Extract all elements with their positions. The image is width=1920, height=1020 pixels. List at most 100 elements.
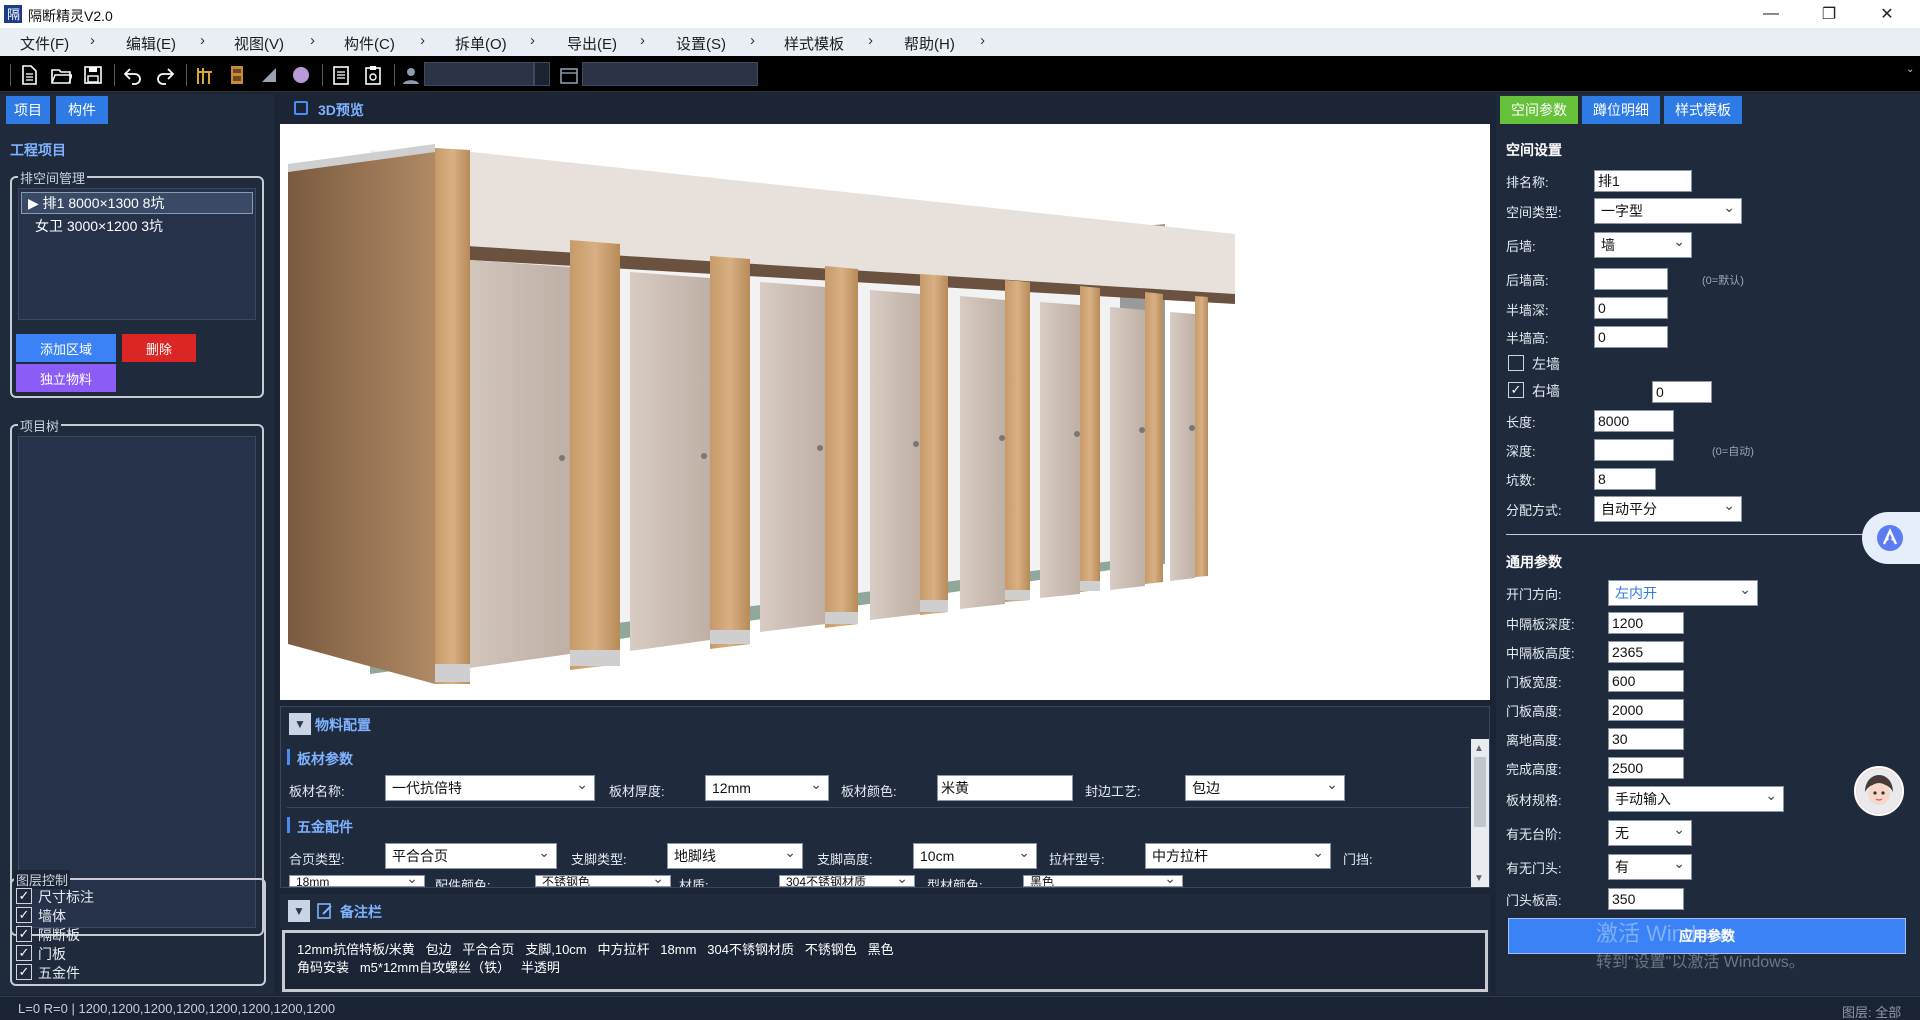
menu-component[interactable]: 构件(C) [344,33,395,54]
partition-tool-icon[interactable] [194,64,216,86]
door-width-input[interactable]: 600 [1608,670,1684,692]
row-name-input[interactable]: 排1 [1594,170,1692,192]
save-icon[interactable] [82,64,104,86]
foot-select[interactable]: 地脚线 [667,840,803,869]
corner-icon[interactable] [258,64,280,86]
step-select[interactable]: 无 [1608,817,1692,846]
texture-select[interactable]: 304不锈钢材质 [779,875,915,887]
material-ball-icon[interactable] [290,64,312,86]
edge-select[interactable]: 包边 [1185,772,1345,801]
title-bar: 隔 隔断精灵V2.0 — ❐ ✕ [0,0,1920,28]
board-spec-select[interactable]: 手动输入 [1608,783,1784,812]
tab-space-params[interactable]: 空间参数 [1500,96,1578,124]
board-color-input[interactable]: 米黄 [937,775,1073,801]
undo-icon[interactable] [122,64,144,86]
chevron-right-icon: › [980,32,985,49]
collapse-toggle-icon[interactable]: ▼ [289,713,311,735]
header-height-input[interactable]: 350 [1608,888,1684,910]
length-input[interactable]: 8000 [1594,410,1674,432]
board-spec-label: 板材规格: [1506,793,1562,808]
distribution-select[interactable]: 自动平分 [1594,493,1742,522]
tab-project[interactable]: 项目 [6,96,50,124]
finish-height-input[interactable]: 2500 [1608,757,1684,779]
delete-button[interactable]: 删除 [122,334,196,362]
menu-file[interactable]: 文件(F) [20,33,69,54]
left-wall-checkbox[interactable] [1508,355,1524,371]
close-button[interactable]: ✕ [1864,0,1910,28]
foot-label: 支脚类型: [571,852,627,867]
project-tree[interactable] [18,436,256,928]
mid-depth-input[interactable]: 1200 [1608,612,1684,634]
scroll-down-icon[interactable]: ▼ [1474,873,1484,884]
door-direction-select[interactable]: 左内开 [1608,577,1758,606]
list-item[interactable]: 女卫 3000×1200 3坑 [21,216,253,238]
half-wall-depth-input[interactable]: 0 [1594,297,1668,319]
hinge-select[interactable]: 平合合页 [385,840,557,869]
project-field[interactable] [582,62,758,86]
3d-viewport[interactable] [280,124,1490,700]
scroll-up-icon[interactable]: ▲ [1474,743,1484,754]
chevron-right-icon: › [310,32,315,49]
layer-wall-checkbox[interactable]: ✓ [16,907,32,923]
independent-material-button[interactable]: 独立物料 [16,364,116,392]
ground-height-input[interactable]: 30 [1608,728,1684,750]
tab-squat-details[interactable]: 蹲位明细 [1582,96,1660,124]
layer-hardware-checkbox[interactable]: ✓ [16,964,32,980]
space-type-select[interactable]: 一字型 [1594,195,1742,224]
back-wall-select[interactable]: 墙 [1594,229,1692,258]
menu-style-template[interactable]: 样式模板 [784,33,844,54]
back-wall-height-input[interactable] [1594,268,1668,290]
new-file-icon[interactable] [18,64,40,86]
door-panel-icon[interactable] [226,64,248,86]
user-field[interactable] [424,62,534,86]
foot-height-select[interactable]: 10cm [913,840,1037,869]
tab-component[interactable]: 构件 [56,96,108,124]
menu-settings[interactable]: 设置(S) [676,33,726,54]
scroll-thumb[interactable] [1474,757,1486,827]
board-name-select[interactable]: 一代抗倍特 [385,772,595,801]
open-folder-icon[interactable] [50,64,72,86]
fitting-color-select[interactable]: 不锈钢色 [535,875,671,887]
menu-export[interactable]: 导出(E) [567,33,617,54]
material-scrollbar[interactable]: ▲ ▼ [1471,739,1489,887]
toolbar-overflow-icon[interactable]: ⌄ [1906,64,1914,75]
space-settings-title: 空间设置 [1506,142,1562,158]
menu-help[interactable]: 帮助(H) [904,33,955,54]
redo-icon[interactable] [154,64,176,86]
report-icon[interactable] [330,64,352,86]
pits-input[interactable]: 8 [1594,468,1656,490]
collapse-toggle-icon[interactable]: ▼ [288,900,310,922]
mid-height-input[interactable]: 2365 [1608,641,1684,663]
hardware-section-title: 五金配件 [297,819,353,835]
layer-dimension-checkbox[interactable]: ✓ [16,888,32,904]
depth-input[interactable] [1594,439,1674,461]
list-item[interactable]: ▶ 排1 8000×1300 8坑 [21,192,253,214]
menu-view[interactable]: 视图(V) [234,33,284,54]
layer-partition-checkbox[interactable]: ✓ [16,926,32,942]
clipboard-icon[interactable] [362,64,384,86]
notes-box[interactable]: 12mm抗倍特板/米黄 包边 平合合页 支脚,10cm 中方拉杆 18mm 30… [282,930,1488,992]
stop-size-select[interactable]: 18mm [289,875,425,887]
right-wall-checkbox[interactable]: ✓ [1508,382,1524,398]
texture-label: 材质: [679,878,709,887]
length-label: 长度: [1506,415,1536,430]
board-thick-select[interactable]: 12mm [705,772,829,801]
user-field-dropdown[interactable] [534,62,550,86]
avatar[interactable] [1854,766,1904,816]
chevron-right-icon: › [530,32,535,49]
ground-height-label: 离地高度: [1506,733,1562,748]
minimize-button[interactable]: — [1748,0,1794,28]
maximize-button[interactable]: ❐ [1806,0,1852,28]
add-area-button[interactable]: 添加区域 [16,334,116,362]
half-wall-height-input[interactable]: 0 [1594,326,1668,348]
menu-split[interactable]: 拆单(O) [455,33,507,54]
rod-select[interactable]: 中方拉杆 [1145,840,1331,869]
profile-color-select[interactable]: 黑色 [1023,875,1183,887]
ai-assistant-button[interactable] [1862,512,1920,564]
right-wall-value-input[interactable]: 0 [1652,381,1712,403]
door-header-select[interactable]: 有 [1608,851,1692,880]
tab-style-template[interactable]: 样式模板 [1664,96,1742,124]
door-height-input[interactable]: 2000 [1608,699,1684,721]
layer-door-checkbox[interactable]: ✓ [16,945,32,961]
menu-edit[interactable]: 编辑(E) [126,33,176,54]
